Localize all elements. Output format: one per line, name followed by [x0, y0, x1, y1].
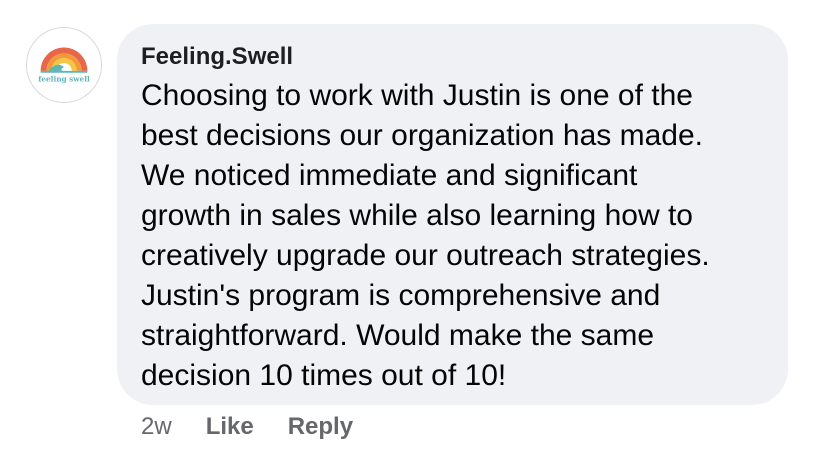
comment-text: Choosing to work with Justin is one of t…: [141, 79, 710, 392]
reply-button[interactable]: Reply: [288, 413, 353, 441]
comment-actions: 2w Like Reply: [141, 410, 387, 444]
feeling-swell-logo-icon: feeling swell: [38, 47, 90, 84]
comment-bubble: Feeling.Swell Choosing to work with Just…: [117, 24, 788, 405]
avatar[interactable]: feeling swell: [26, 27, 102, 103]
comment-author[interactable]: Feeling.Swell: [141, 42, 764, 72]
avatar-logo-text: feeling swell: [38, 75, 90, 84]
comment-timestamp[interactable]: 2w: [141, 413, 172, 441]
like-button[interactable]: Like: [206, 413, 254, 441]
